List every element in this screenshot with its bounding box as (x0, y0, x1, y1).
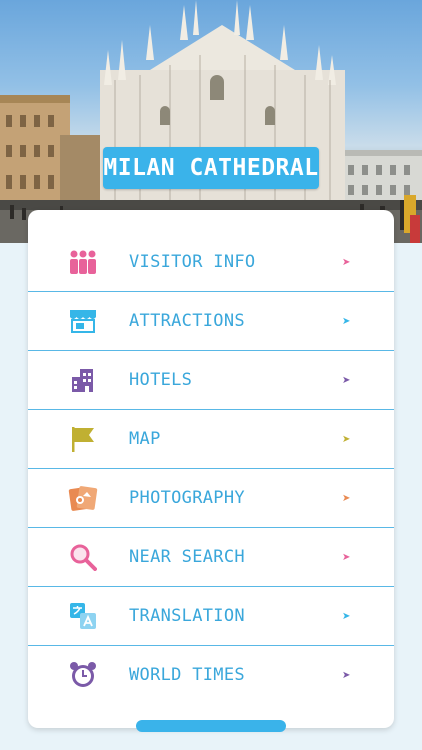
menu-item-photography[interactable]: PHOTOGRAPHY ➤ (28, 469, 394, 528)
menu-item-visitor-info[interactable]: VISITOR INFO ➤ (28, 233, 394, 292)
menu-item-near-search[interactable]: NEAR SEARCH ➤ (28, 528, 394, 587)
header-photo: MILAN CATHEDRAL (0, 0, 422, 243)
menu-item-world-times[interactable]: WORLD TIMES ➤ (28, 646, 394, 704)
menu-item-label: ATTRACTIONS (129, 311, 245, 331)
chevron-right-icon: ➤ (342, 433, 351, 445)
page-title: MILAN CATHEDRAL (103, 147, 319, 189)
building-icon (68, 365, 98, 395)
chevron-right-icon: ➤ (342, 610, 351, 622)
home-indicator-bar[interactable] (136, 720, 286, 732)
menu-item-label: TRANSLATION (129, 606, 245, 626)
menu-item-translation[interactable]: TRANSLATION ➤ (28, 587, 394, 646)
chevron-right-icon: ➤ (342, 669, 351, 681)
menu-item-label: PHOTOGRAPHY (129, 488, 245, 508)
chevron-right-icon: ➤ (342, 374, 351, 386)
chevron-right-icon: ➤ (342, 256, 351, 268)
cathedral-image (0, 0, 422, 243)
people-icon (68, 247, 98, 277)
chevron-right-icon: ➤ (342, 315, 351, 327)
translate-icon (68, 601, 98, 631)
flag-icon (68, 424, 98, 454)
menu-item-label: HOTELS (129, 370, 193, 390)
store-icon (68, 306, 98, 336)
photos-icon (68, 483, 98, 513)
magnifier-icon (68, 542, 98, 572)
menu-item-label: NEAR SEARCH (129, 547, 245, 567)
menu-item-label: VISITOR INFO (129, 252, 256, 272)
menu-item-map[interactable]: MAP ➤ (28, 410, 394, 469)
chevron-right-icon: ➤ (342, 492, 351, 504)
menu-item-attractions[interactable]: ATTRACTIONS ➤ (28, 292, 394, 351)
alarm-clock-icon (68, 660, 98, 690)
menu-item-label: WORLD TIMES (129, 665, 245, 685)
menu-item-hotels[interactable]: HOTELS ➤ (28, 351, 394, 410)
chevron-right-icon: ➤ (342, 551, 351, 563)
menu-card: VISITOR INFO ➤ ATTRACTIONS ➤ HOTELS ➤ MA… (28, 210, 394, 728)
menu-item-label: MAP (129, 429, 161, 449)
